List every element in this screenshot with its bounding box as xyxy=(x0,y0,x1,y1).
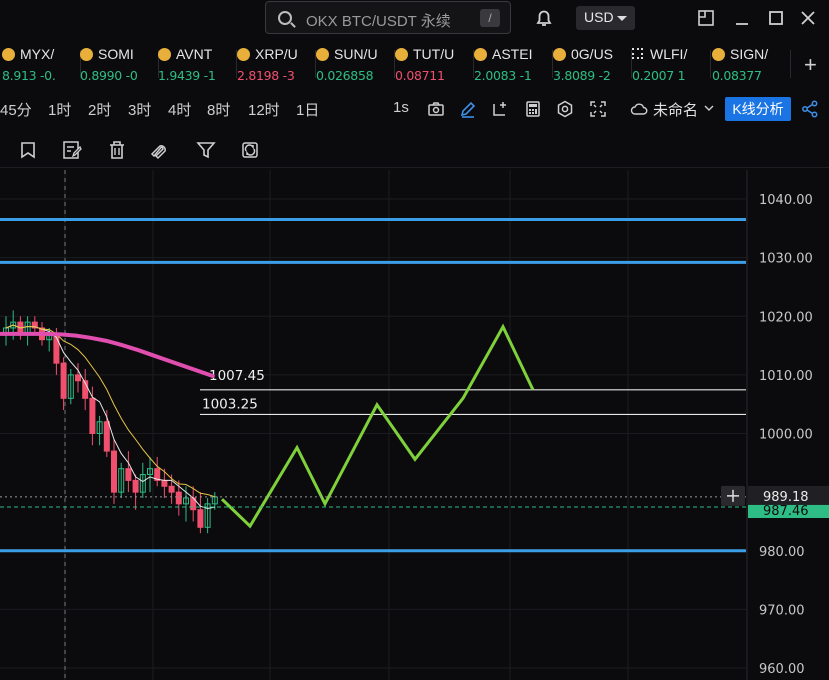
drawing-toolbar xyxy=(0,132,829,168)
coin-icon xyxy=(395,48,408,61)
price-annotation-label: 1003.25 xyxy=(202,396,258,412)
magnet-icon[interactable] xyxy=(150,140,170,160)
pencil-icon[interactable] xyxy=(459,100,477,118)
candle-body xyxy=(60,362,67,399)
ticker-price: 0.026858 xyxy=(316,68,374,83)
candle-body xyxy=(75,374,81,382)
camera-icon[interactable] xyxy=(427,100,445,118)
ticker-symbol: SOMI xyxy=(98,46,134,62)
calculator-icon[interactable] xyxy=(524,100,542,118)
ticker-price: 3.8089 -2 xyxy=(553,68,611,83)
add-indicator-icon[interactable] xyxy=(491,100,509,118)
y-tick-label: 1000.00 xyxy=(759,428,813,443)
top-bar: OKX BTC/USDT 永续 / USD xyxy=(0,0,829,38)
add-ticker-button[interactable]: + xyxy=(804,52,817,78)
shortcut-key: / xyxy=(480,9,500,27)
interval-1时[interactable]: 1时 xyxy=(48,99,71,120)
currency-select[interactable]: USD xyxy=(576,6,635,30)
ticker-symbol: SIGN/ xyxy=(730,46,769,62)
candle-body xyxy=(103,421,110,452)
interval-12时[interactable]: 12时 xyxy=(248,99,280,120)
interval-1日[interactable]: 1日 xyxy=(296,99,319,120)
close-icon[interactable] xyxy=(799,9,817,27)
ticker-price: 0.08377 xyxy=(712,68,762,83)
y-tick-label: 1020.00 xyxy=(759,310,813,325)
kline-analysis-button[interactable]: K线分析 xyxy=(725,97,791,121)
coin-icon xyxy=(553,48,566,61)
coin-icon xyxy=(712,48,725,61)
y-tick-label: 1030.00 xyxy=(759,252,813,267)
coin-icon xyxy=(80,48,93,61)
chevron-down-icon xyxy=(617,16,627,21)
coin-icon xyxy=(158,48,171,61)
edit-note-icon[interactable] xyxy=(62,140,82,160)
coin-icon xyxy=(237,48,250,61)
y-tick-label: 1010.00 xyxy=(759,369,813,384)
candle-body xyxy=(111,450,117,493)
ticker-strip: MYX/8.913 -0. SOMI 0.8990 -0 AVNT 1.9439 -1 X… xyxy=(0,42,829,86)
sync-icon[interactable] xyxy=(240,140,260,160)
price-annotation-label: 1007.45 xyxy=(209,368,265,384)
ticker-symbol: ASTEI xyxy=(492,46,533,62)
coin-icon xyxy=(632,48,643,59)
chevron-down-icon[interactable] xyxy=(704,104,714,112)
coin-icon xyxy=(2,48,15,61)
search-icon xyxy=(278,11,292,25)
trash-icon[interactable] xyxy=(107,140,127,160)
ticker-separator xyxy=(710,50,711,78)
candle-body xyxy=(125,468,132,481)
search-text: OKX BTC/USDT 永续 xyxy=(306,13,451,30)
chart-background xyxy=(0,170,829,680)
ticker-symbol: XRP/U xyxy=(255,46,298,62)
settings-icon[interactable] xyxy=(556,100,574,118)
ticker-symbol: AVNT xyxy=(176,46,213,62)
fullscreen-icon[interactable] xyxy=(589,100,607,118)
interval-4时[interactable]: 4时 xyxy=(168,99,191,120)
coin-icon xyxy=(316,48,329,61)
ticker-price: 2.0083 -1 xyxy=(474,68,532,83)
ticker-symbol: MYX/ xyxy=(20,46,55,62)
cloud-icon[interactable] xyxy=(630,100,648,118)
ticker-symbol: 0G/US xyxy=(571,46,614,62)
y-tick-label: 960.00 xyxy=(759,662,805,677)
interval-3时[interactable]: 3时 xyxy=(128,99,151,120)
bell-icon[interactable] xyxy=(534,8,554,28)
minimize-icon[interactable] xyxy=(733,9,751,27)
currency-label: USD xyxy=(584,9,614,25)
candle-body xyxy=(175,491,182,505)
chart-name-selector[interactable]: 未命名 xyxy=(653,99,698,120)
ticker-price: 2.8198 -3 xyxy=(237,68,295,83)
interval-2时[interactable]: 2时 xyxy=(88,99,111,120)
bookmark-icon[interactable] xyxy=(18,140,38,160)
candle-body xyxy=(89,397,96,434)
speed-selector[interactable]: 1s xyxy=(393,99,409,116)
search-input[interactable]: OKX BTC/USDT 永续 / xyxy=(265,1,511,34)
candle-body xyxy=(168,485,175,493)
ticker-price: 1.9439 -1 xyxy=(158,68,216,83)
filter-icon[interactable] xyxy=(196,140,216,160)
candle-body xyxy=(161,479,168,487)
y-tick-label: 970.00 xyxy=(759,603,805,618)
y-tick-label: 1040.00 xyxy=(759,193,813,208)
ticker-price: 8.913 -0. xyxy=(2,68,56,83)
ticker-price: 0.08711 xyxy=(395,68,445,83)
maximize-icon[interactable] xyxy=(767,9,785,27)
candle-body xyxy=(197,509,204,528)
ticker-symbol: WLFI/ xyxy=(650,46,688,62)
ticker-separator xyxy=(790,50,791,78)
popout-icon[interactable] xyxy=(697,9,715,27)
ticker-symbol: TUT/U xyxy=(413,46,455,62)
candle-body xyxy=(132,479,139,493)
y-tick-label: 980.00 xyxy=(759,545,805,560)
share-icon[interactable] xyxy=(801,100,819,118)
bid-price-label: 987.46 xyxy=(763,504,809,519)
ticker-price: 0.2007 1 xyxy=(632,68,686,83)
ticker-price: 0.8990 -0 xyxy=(80,68,138,83)
ticker-symbol: SUN/U xyxy=(334,46,378,62)
crosshair-price-label: 989.18 xyxy=(763,490,809,505)
price-chart[interactable]: 1040.00 1030.00 1020.00 1010.00 1000.00 980.0… xyxy=(0,170,829,680)
coin-icon xyxy=(474,48,487,61)
interval-45分[interactable]: 45分 xyxy=(0,99,32,120)
interval-8时[interactable]: 8时 xyxy=(207,99,230,120)
